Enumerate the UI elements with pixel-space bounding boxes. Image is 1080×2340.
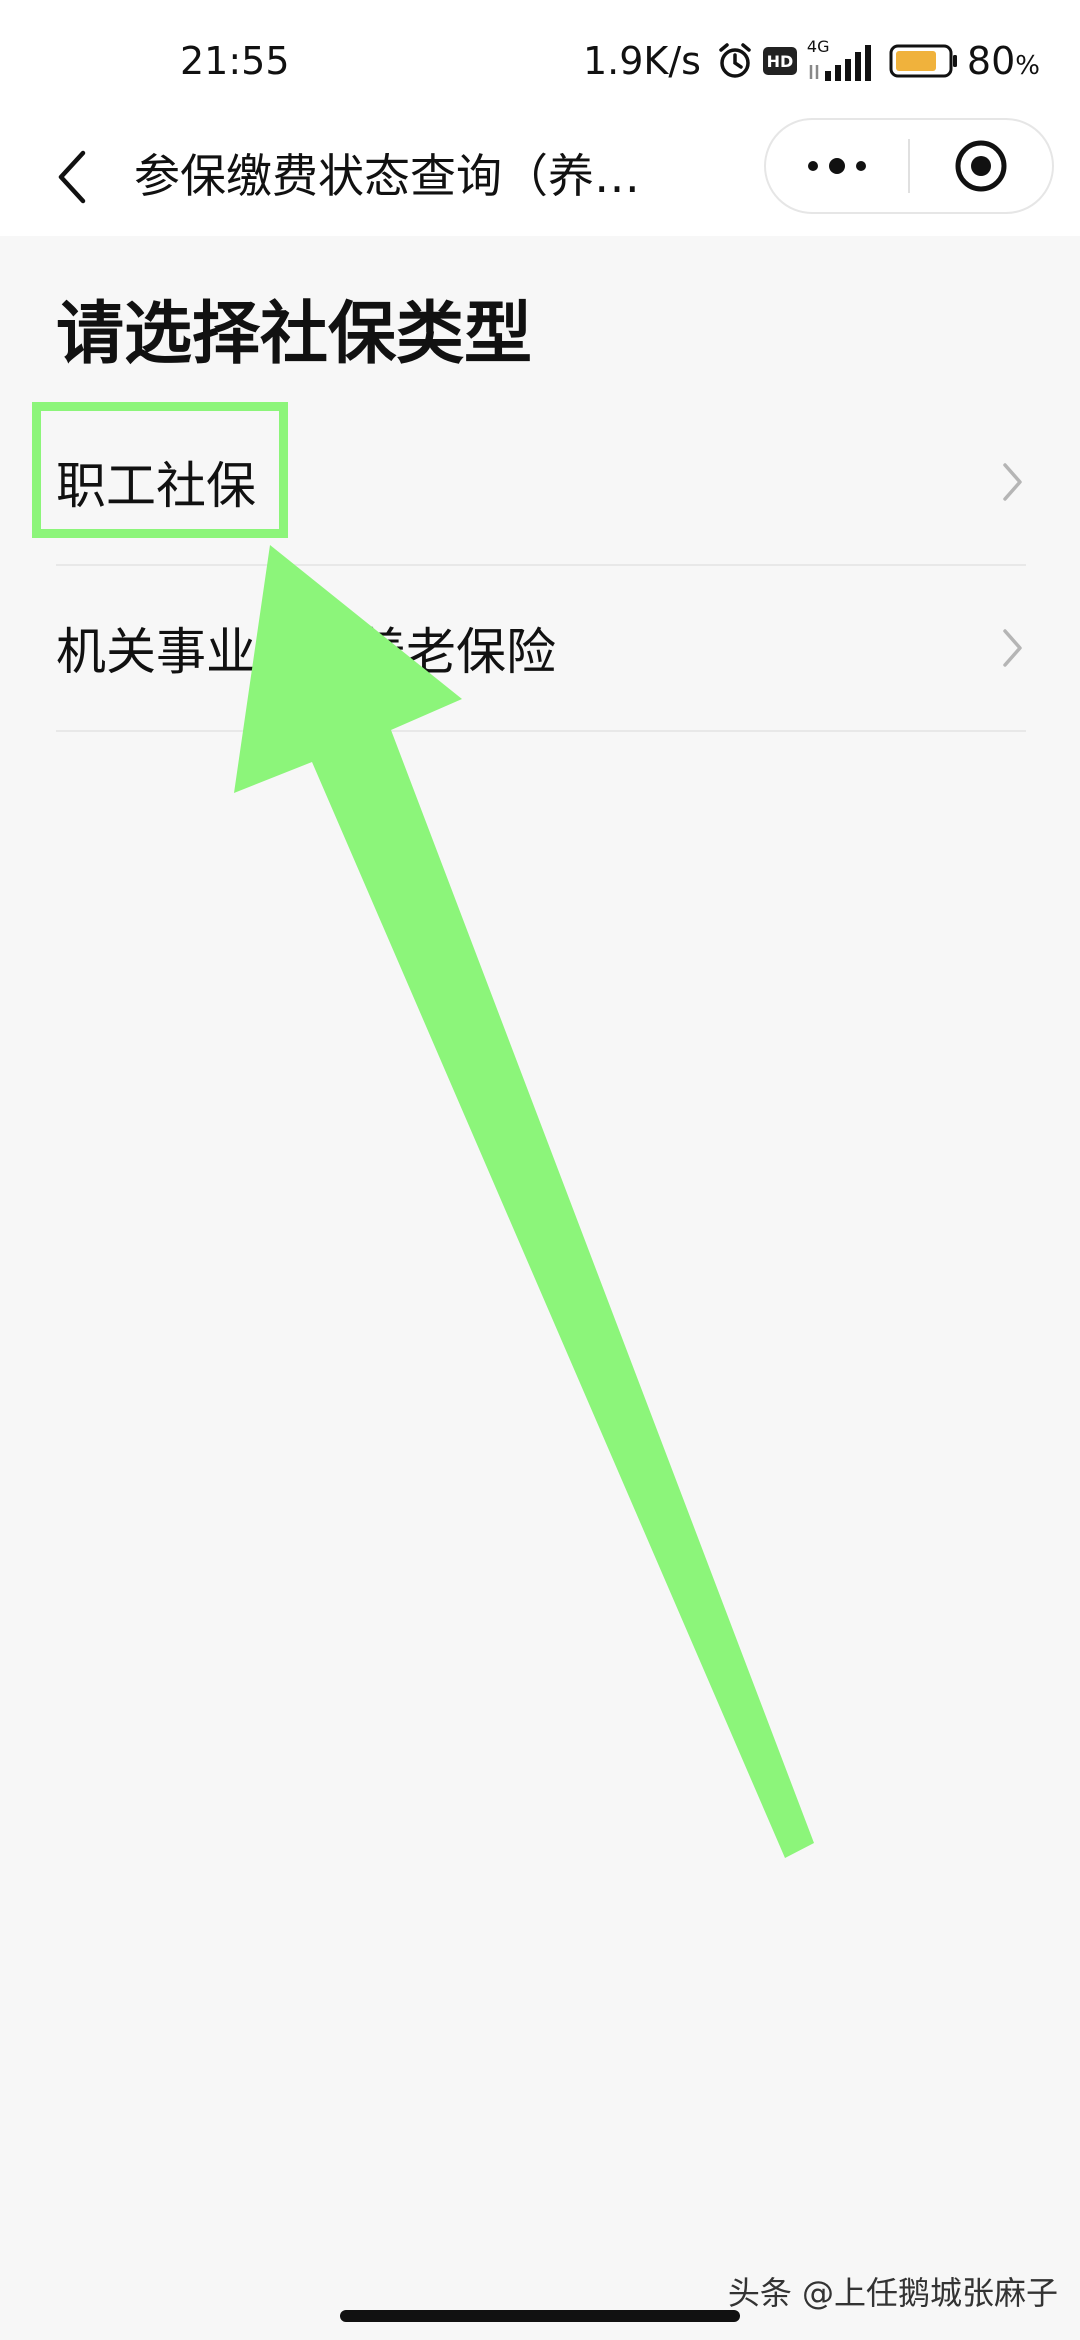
status-right-group: 1.9K/s HD 4G 80% [583, 34, 1040, 88]
back-button[interactable] [38, 140, 108, 214]
hd-icon: HD [762, 47, 797, 75]
screen: 21:55 1.9K/s HD 4G 80% 参保缴费状态查询（养… 请选择社保… [0, 0, 1080, 2340]
battery-icon [889, 44, 959, 78]
status-time: 21:55 [180, 39, 290, 83]
chevron-right-icon [1003, 629, 1022, 667]
navigation-bar: 参保缴费状态查询（养… [0, 118, 1080, 236]
mini-program-capsule [764, 118, 1054, 214]
target-circle-icon [955, 140, 1007, 192]
close-mini-program-button[interactable] [910, 120, 1052, 212]
chevron-left-icon [58, 150, 86, 204]
option-label: 机关事业单位养老保险 [56, 623, 556, 681]
alarm-icon [715, 41, 755, 81]
hd-label: HD [762, 47, 797, 75]
battery-level: 80% [966, 39, 1040, 83]
more-dots-icon [808, 158, 866, 174]
status-bar: 21:55 1.9K/s HD 4G 80% [0, 0, 1080, 118]
option-institution-pension-insurance[interactable]: 机关事业单位养老保险 [56, 566, 1026, 732]
signal-icon: 4G [805, 39, 875, 83]
watermark: 头条 @上任鹅城张麻子 [727, 2274, 1058, 2312]
section-heading: 请选择社保类型 [56, 295, 533, 374]
home-indicator[interactable] [340, 2310, 740, 2322]
annotation-highlight-box [32, 402, 288, 538]
chevron-right-icon [1003, 463, 1022, 501]
page-title: 参保缴费状态查询（养… [134, 149, 640, 203]
more-button[interactable] [766, 120, 908, 212]
network-speed: 1.9K/s [582, 39, 701, 83]
